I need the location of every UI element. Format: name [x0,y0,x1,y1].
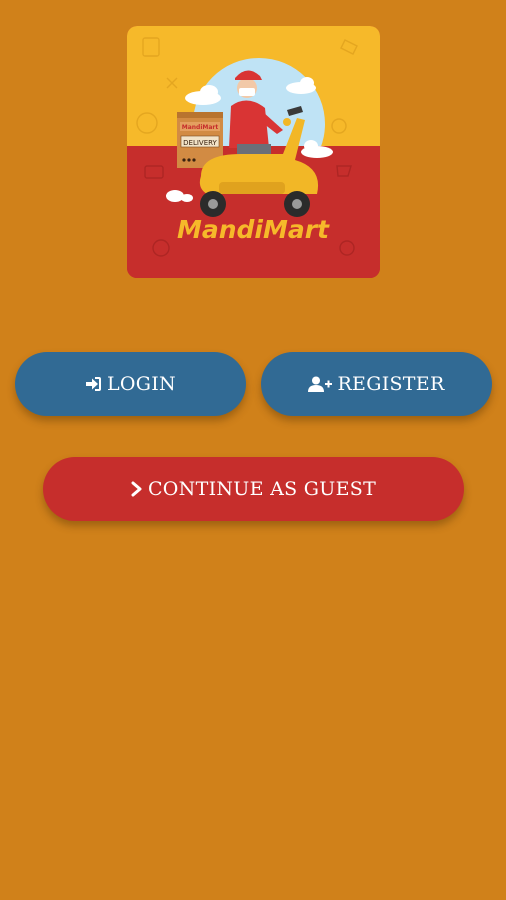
box-brand-text: MandiMart [182,124,219,131]
register-label: REGISTER [337,373,445,395]
continue-as-guest-button[interactable]: CONTINUE AS GUEST [43,457,464,521]
login-button[interactable]: LOGIN [15,352,246,416]
sign-in-icon [85,376,102,392]
user-plus-icon [308,376,333,392]
register-button[interactable]: REGISTER [261,352,492,416]
login-label: LOGIN [106,373,176,395]
continue-as-guest-label: CONTINUE AS GUEST [147,478,377,500]
chevron-right-icon [131,481,143,497]
box-delivery-text: DELIVERY [183,139,217,147]
app-logo: MandiMart DELIVERY MandiMart [127,26,380,278]
logo-brand-text: MandiMart [177,215,330,244]
